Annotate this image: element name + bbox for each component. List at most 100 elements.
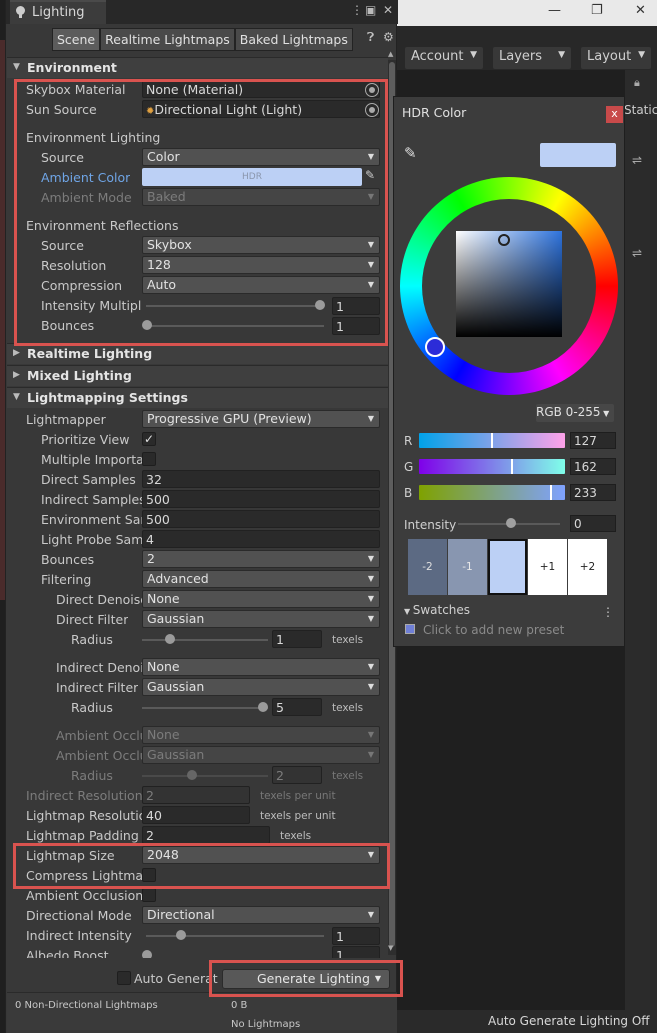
swatches-foldout[interactable]: ▼ Swatches xyxy=(404,603,470,617)
scroll-up-icon[interactable]: ▲ xyxy=(388,50,393,58)
r-slider-handle[interactable] xyxy=(491,433,493,448)
bounces-slider-handle[interactable] xyxy=(142,320,152,330)
hue-cursor-icon[interactable] xyxy=(425,337,445,357)
close-button[interactable]: x xyxy=(606,106,623,123)
close-panel-icon[interactable]: ✕ xyxy=(383,3,393,17)
exposure-minus-2[interactable]: -2 xyxy=(408,539,447,595)
indirect-denoiser-dropdown[interactable]: None ▼ xyxy=(142,658,380,676)
intensity-slider-handle[interactable] xyxy=(315,300,325,310)
compression-dropdown[interactable]: Auto ▼ xyxy=(142,276,380,294)
env-samples-input[interactable]: 500 xyxy=(142,510,380,528)
padding-input[interactable]: 2 xyxy=(142,826,270,844)
maximize-panel-icon[interactable]: ▣ xyxy=(365,3,376,17)
lightmap-res-input[interactable]: 40 xyxy=(142,806,250,824)
direct-radius-slider-track[interactable] xyxy=(142,639,268,641)
hdr-intensity-input[interactable]: 0 xyxy=(570,515,616,532)
ao-checkbox[interactable] xyxy=(142,888,156,902)
indirect-intensity-slider-handle[interactable] xyxy=(176,930,186,940)
scroll-down-icon[interactable]: ▼ xyxy=(388,944,393,952)
compress-checkbox[interactable] xyxy=(142,868,156,882)
auto-generate-checkbox[interactable] xyxy=(117,971,131,985)
g-input[interactable]: 162 xyxy=(570,458,616,475)
settings-icon[interactable]: ⇌ xyxy=(632,153,642,167)
intensity-input[interactable]: 1 xyxy=(332,297,380,315)
lm-bounces-dropdown[interactable]: 2 ▼ xyxy=(142,550,380,568)
filtering-dropdown[interactable]: Advanced ▼ xyxy=(142,570,380,588)
more-menu-icon[interactable]: ⋮ xyxy=(351,3,363,17)
tab-lighting[interactable]: Lighting xyxy=(10,0,106,24)
section-environment[interactable]: ▼ Environment xyxy=(7,57,388,78)
b-slider[interactable] xyxy=(419,485,565,500)
object-picker-icon[interactable] xyxy=(365,103,379,117)
more-menu-icon[interactable]: ⋮ xyxy=(602,605,614,619)
help-icon[interactable]: ❓︎ xyxy=(367,30,374,45)
subtab-realtime-lightmaps[interactable]: Realtime Lightmaps xyxy=(100,28,235,51)
sv-cursor-icon[interactable] xyxy=(498,234,510,246)
settings-icon[interactable]: ⇌ xyxy=(632,246,642,260)
eyedropper-icon[interactable]: ✎ xyxy=(404,144,417,162)
hdr-intensity-slider-handle[interactable] xyxy=(506,518,516,528)
refl-source-dropdown[interactable]: Skybox ▼ xyxy=(142,236,380,254)
expanded-arrow-icon: ▼ xyxy=(13,62,20,72)
g-slider[interactable] xyxy=(419,459,565,474)
section-mixed-lighting[interactable]: ▶ Mixed Lighting xyxy=(7,365,388,386)
exposure-current[interactable] xyxy=(488,539,527,595)
indirect-radius-slider-handle[interactable] xyxy=(258,702,268,712)
close-window-icon[interactable]: ✕ xyxy=(635,3,646,18)
albedo-input[interactable]: 1 xyxy=(332,946,380,958)
b-input[interactable]: 233 xyxy=(570,484,616,501)
indirect-radius-slider-track[interactable] xyxy=(142,707,268,709)
lock-icon[interactable]: 🔒︎ xyxy=(634,76,640,90)
intensity-slider-track[interactable] xyxy=(146,305,324,307)
object-picker-icon[interactable] xyxy=(365,83,379,97)
exposure-plus-2[interactable]: +2 xyxy=(568,539,607,595)
gear-icon[interactable]: ⚙ xyxy=(383,30,394,44)
indirect-intensity-input[interactable]: 1 xyxy=(332,927,380,945)
ambient-color-field[interactable]: HDR xyxy=(142,168,362,186)
direct-radius-slider-handle[interactable] xyxy=(165,634,175,644)
indirect-filter-dropdown[interactable]: Gaussian ▼ xyxy=(142,678,380,696)
sun-source-field[interactable]: ✹Directional Light (Light) xyxy=(142,100,380,118)
maximize-icon[interactable]: ❐ xyxy=(591,3,603,18)
mis-checkbox[interactable] xyxy=(142,452,156,466)
ao-label: Ambient Occlusion xyxy=(26,888,144,903)
probe-samples-input[interactable]: 4 xyxy=(142,530,380,548)
direct-filter-dropdown[interactable]: Gaussian ▼ xyxy=(142,610,380,628)
preset-hint[interactable]: Click to add new preset xyxy=(423,623,564,637)
preset-swatch-icon[interactable] xyxy=(405,624,415,634)
layers-dropdown[interactable]: Layers ▼ xyxy=(493,47,571,69)
minimize-icon[interactable]: — xyxy=(548,3,561,18)
bounces-input[interactable]: 1 xyxy=(332,317,380,335)
indirect-samples-input[interactable]: 500 xyxy=(142,490,380,508)
exposure-minus-1[interactable]: -1 xyxy=(448,539,487,595)
lightmap-size-dropdown[interactable]: 2048 ▼ xyxy=(142,846,380,864)
g-slider-handle[interactable] xyxy=(511,459,513,474)
eyedropper-icon[interactable]: ✎ xyxy=(365,168,375,182)
indirect-radius-input[interactable]: 5 xyxy=(272,698,322,716)
r-input[interactable]: 127 xyxy=(570,432,616,449)
albedo-slider-handle[interactable] xyxy=(142,950,152,958)
b-slider-handle[interactable] xyxy=(550,485,552,500)
account-dropdown[interactable]: Account ▼ xyxy=(405,47,483,69)
source-dropdown[interactable]: Color ▼ xyxy=(142,148,380,166)
skybox-field[interactable]: None (Material) xyxy=(142,80,380,98)
color-mode-dropdown[interactable]: RGB 0-255 ▼ xyxy=(536,404,614,422)
layout-dropdown[interactable]: Layout ▼ xyxy=(581,47,651,69)
section-lightmapping-settings[interactable]: ▼ Lightmapping Settings xyxy=(7,387,388,408)
generate-lighting-button[interactable]: Generate Lighting ▼ xyxy=(222,969,390,989)
directional-dropdown[interactable]: Directional ▼ xyxy=(142,906,380,924)
resolution-dropdown[interactable]: 128 ▼ xyxy=(142,256,380,274)
chevron-down-icon[interactable]: ▼ xyxy=(375,974,381,983)
indirect-intensity-slider-track[interactable] xyxy=(146,935,324,937)
bounces-slider-track[interactable] xyxy=(146,325,324,327)
direct-samples-input[interactable]: 32 xyxy=(142,470,380,488)
subtab-baked-lightmaps[interactable]: Baked Lightmaps xyxy=(234,28,353,51)
direct-denoiser-dropdown[interactable]: None ▼ xyxy=(142,590,380,608)
lightmapper-dropdown[interactable]: Progressive GPU (Preview) ▼ xyxy=(142,410,380,428)
prioritize-checkbox[interactable]: ✓ xyxy=(142,432,156,446)
section-realtime-lighting[interactable]: ▶ Realtime Lighting xyxy=(7,343,388,364)
exposure-plus-1[interactable]: +1 xyxy=(528,539,567,595)
direct-radius-input[interactable]: 1 xyxy=(272,630,322,648)
subtab-scene[interactable]: Scene xyxy=(52,28,101,51)
saturation-value-square[interactable] xyxy=(456,231,562,337)
